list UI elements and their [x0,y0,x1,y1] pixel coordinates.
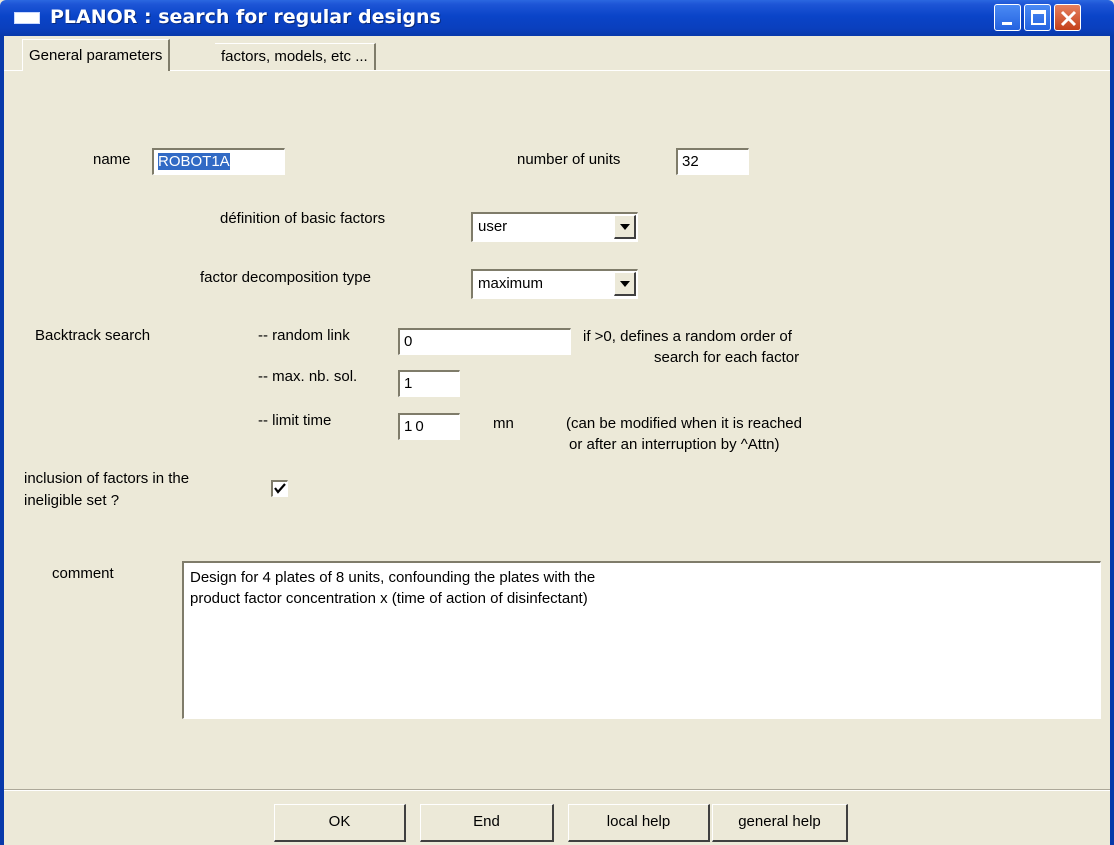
units-label: number of units [517,151,621,168]
planor-window: PLANOR : search for regular designs Gene… [0,0,1114,845]
inclusion-label-line-2: ineligible set ? [24,492,120,509]
close-icon [1060,10,1077,27]
comment-label: comment [52,565,114,582]
button-panel [4,791,1110,845]
chevron-down-icon [620,224,630,230]
decomposition-value: maximum [478,275,544,292]
random-link-note-1: if >0, defines a random order of [583,328,792,345]
comment-textarea[interactable]: Design for 4 plates of 8 units, confound… [182,561,1101,719]
max-sol-label: -- max. nb. sol. [258,368,358,385]
window-frame-right [1110,36,1114,845]
window-title: PLANOR : search for regular designs [50,6,441,28]
minimize-button[interactable] [994,4,1021,31]
tab-general-parameters[interactable]: General parameters [22,39,171,71]
inclusion-checkbox[interactable] [271,480,288,497]
backtrack-label: Backtrack search [35,327,151,344]
close-button[interactable] [1054,4,1081,31]
limit-time-field[interactable]: 10 [398,413,460,440]
basic-factors-label: définition of basic factors [220,210,386,227]
title-bar[interactable]: PLANOR : search for regular designs [0,0,1114,36]
window-icon [14,12,40,24]
comment-line: product factor concentration x (time of … [190,590,588,607]
limit-time-note-1: (can be modified when it is reached [566,415,802,432]
name-value: ROBOT1A [158,153,230,170]
decomposition-select[interactable]: maximum [471,269,638,299]
tab-factors-models[interactable]: factors, models, etc ... [215,43,376,70]
limit-time-label: -- limit time [258,412,332,429]
random-link-note-2: search for each factor [654,349,800,366]
name-field[interactable]: ROBOT1A [152,148,285,175]
name-label: name [93,151,131,168]
local-help-button[interactable]: local help [568,804,710,842]
general-help-button[interactable]: general help [712,804,848,842]
minimize-icon [1002,22,1012,25]
comment-line: Design for 4 plates of 8 units, confound… [190,569,596,586]
tab-strip: General parameters factors, models, etc … [4,36,1110,74]
maximize-button[interactable] [1024,4,1051,31]
ok-button[interactable]: OK [274,804,406,842]
limit-time-unit: mn [493,415,514,432]
units-field[interactable]: 32 [676,148,749,175]
maximize-icon [1031,10,1046,25]
checkmark-icon [274,483,286,494]
random-link-field[interactable]: 0 [398,328,571,355]
random-link-label: -- random link [258,327,350,344]
max-sol-field[interactable]: 1 [398,370,460,397]
decomposition-label: factor decomposition type [200,269,371,286]
chevron-down-icon [620,281,630,287]
decomposition-dropdown-button[interactable] [614,272,636,296]
limit-time-note-2: or after an interruption by ^Attn) [569,436,780,453]
basic-factors-select[interactable]: user [471,212,638,242]
end-button[interactable]: End [420,804,554,842]
basic-factors-dropdown-button[interactable] [614,215,636,239]
inclusion-label-line-1: inclusion of factors in the [24,470,190,487]
window-frame-left [0,36,4,845]
basic-factors-value: user [478,218,508,235]
